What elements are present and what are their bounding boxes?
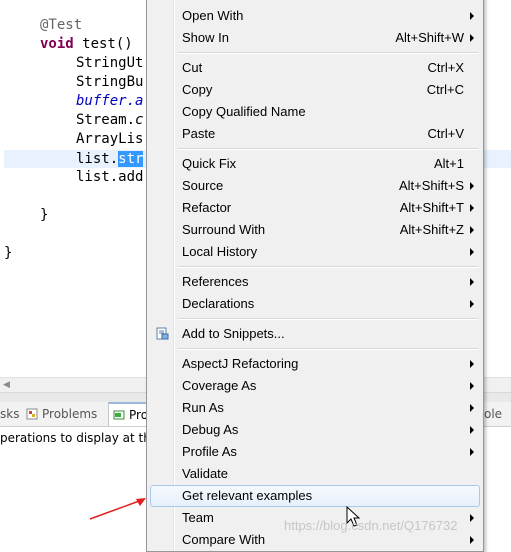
menu-item-refactor[interactable]: Refactor Alt+Shift+T	[150, 197, 480, 219]
text-selection: str	[118, 151, 144, 167]
red-arrow-icon	[89, 498, 146, 520]
menu-item-references[interactable]: References	[150, 271, 480, 293]
code-line[interactable]: Stream.c	[76, 111, 143, 130]
menu-separator	[178, 266, 478, 268]
menu-item-open-with[interactable]: Open With	[150, 5, 480, 27]
context-menu: Open With Show In Alt+Shift+W Cut Ctrl+X C…	[146, 0, 484, 552]
submenu-arrow-icon	[470, 514, 474, 522]
submenu-arrow-icon	[470, 448, 474, 456]
menu-item-surround-with[interactable]: Surround With Alt+Shift+Z	[150, 219, 480, 241]
submenu-arrow-icon	[470, 404, 474, 412]
code-line[interactable]: list.str	[76, 150, 144, 169]
submenu-arrow-icon	[470, 204, 474, 212]
submenu-arrow-icon	[470, 360, 474, 368]
menu-separator	[178, 318, 478, 320]
progress-message: perations to display at thi	[0, 431, 155, 445]
submenu-arrow-icon	[470, 182, 474, 190]
menu-item-source[interactable]: Source Alt+Shift+S	[150, 175, 480, 197]
progress-icon	[113, 410, 125, 420]
menu-item-declarations[interactable]: Declarations	[150, 293, 480, 315]
code-line[interactable]: @Test	[40, 16, 82, 35]
menu-item-copy-qualified-name[interactable]: Copy Qualified Name	[150, 101, 480, 123]
code-line[interactable]: }	[40, 206, 48, 225]
menu-item-aspectj-refactoring[interactable]: AspectJ Refactoring	[150, 353, 480, 375]
menu-item-cut[interactable]: Cut Ctrl+X	[150, 57, 480, 79]
submenu-arrow-icon	[470, 248, 474, 256]
menu-item-paste[interactable]: Paste Ctrl+V	[150, 123, 480, 145]
tab-problems[interactable]: Problems	[26, 402, 97, 426]
code-line[interactable]: buffer.a	[76, 92, 143, 111]
problems-icon	[26, 408, 38, 420]
editor-ruler	[0, 0, 4, 377]
tab-tasks[interactable]: sks	[0, 402, 19, 426]
menu-item-get-relevant-examples[interactable]: Get relevant examples	[150, 485, 480, 507]
scroll-left-arrow-icon[interactable]: ◀	[3, 380, 10, 390]
menu-item-show-in[interactable]: Show In Alt+Shift+W	[150, 27, 480, 49]
code-line[interactable]: list.add	[76, 168, 143, 187]
menu-item-debug-as[interactable]: Debug As	[150, 419, 480, 441]
menu-item-copy[interactable]: Copy Ctrl+C	[150, 79, 480, 101]
menu-item-quick-fix[interactable]: Quick Fix Alt+1	[150, 153, 480, 175]
submenu-arrow-icon	[470, 12, 474, 20]
snippet-icon	[156, 327, 169, 340]
tab-console[interactable]: ole	[484, 402, 502, 426]
menu-item-run-as[interactable]: Run As	[150, 397, 480, 419]
submenu-arrow-icon	[470, 34, 474, 42]
code-line[interactable]: }	[4, 244, 12, 263]
submenu-arrow-icon	[470, 536, 474, 544]
submenu-arrow-icon	[470, 382, 474, 390]
menu-item-coverage-as[interactable]: Coverage As	[150, 375, 480, 397]
menu-item-local-history[interactable]: Local History	[150, 241, 480, 263]
code-line[interactable]: ArrayLis	[76, 130, 143, 149]
submenu-arrow-icon	[470, 300, 474, 308]
menu-item-profile-as[interactable]: Profile As	[150, 441, 480, 463]
menu-item-add-to-snippets[interactable]: Add to Snippets...	[150, 323, 480, 345]
menu-separator	[178, 52, 478, 54]
watermark: https://blog.csdn.net/Q176732	[284, 518, 458, 533]
submenu-arrow-icon	[470, 426, 474, 434]
submenu-arrow-icon	[470, 226, 474, 234]
submenu-arrow-icon	[470, 278, 474, 286]
menu-separator	[178, 348, 478, 350]
menu-separator	[178, 148, 478, 150]
code-line[interactable]: StringUt	[76, 54, 143, 73]
menu-item-validate[interactable]: Validate	[150, 463, 480, 485]
code-line[interactable]: StringBu	[76, 73, 143, 92]
code-line[interactable]: void test()	[40, 35, 133, 54]
